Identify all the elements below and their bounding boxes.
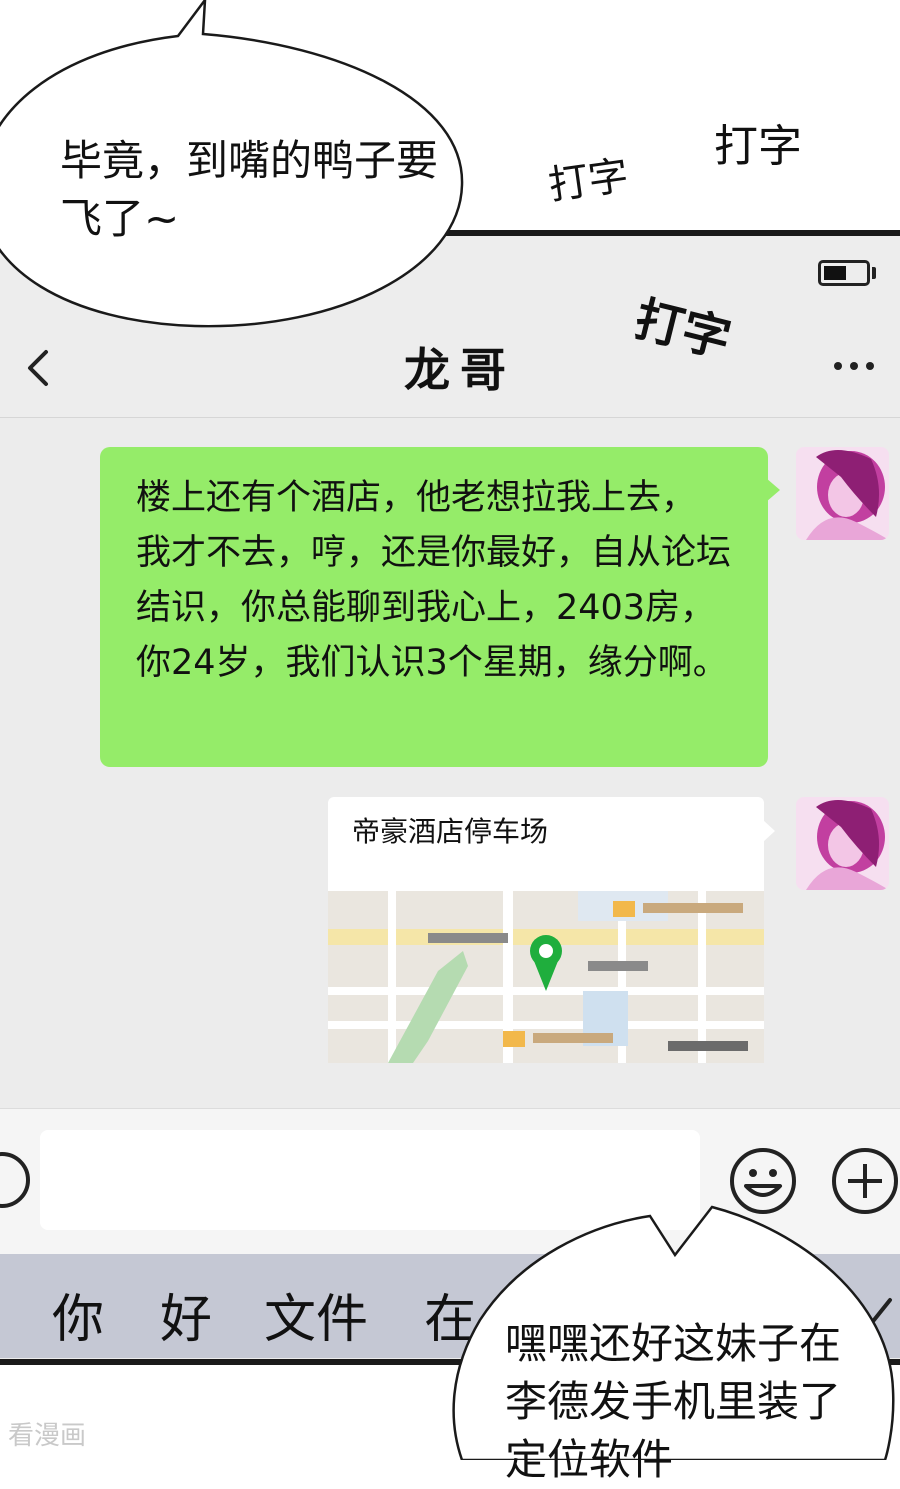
sound-effect: 打字 (545, 152, 632, 210)
speech-text-right: 嘿嘿还好这妹子在李德发手机里装了定位软件 (505, 1319, 842, 1484)
speech-text-left: 毕竟，到嘴的鸭子要飞了~ (60, 136, 439, 243)
sound-effect: 打字 (714, 121, 802, 172)
